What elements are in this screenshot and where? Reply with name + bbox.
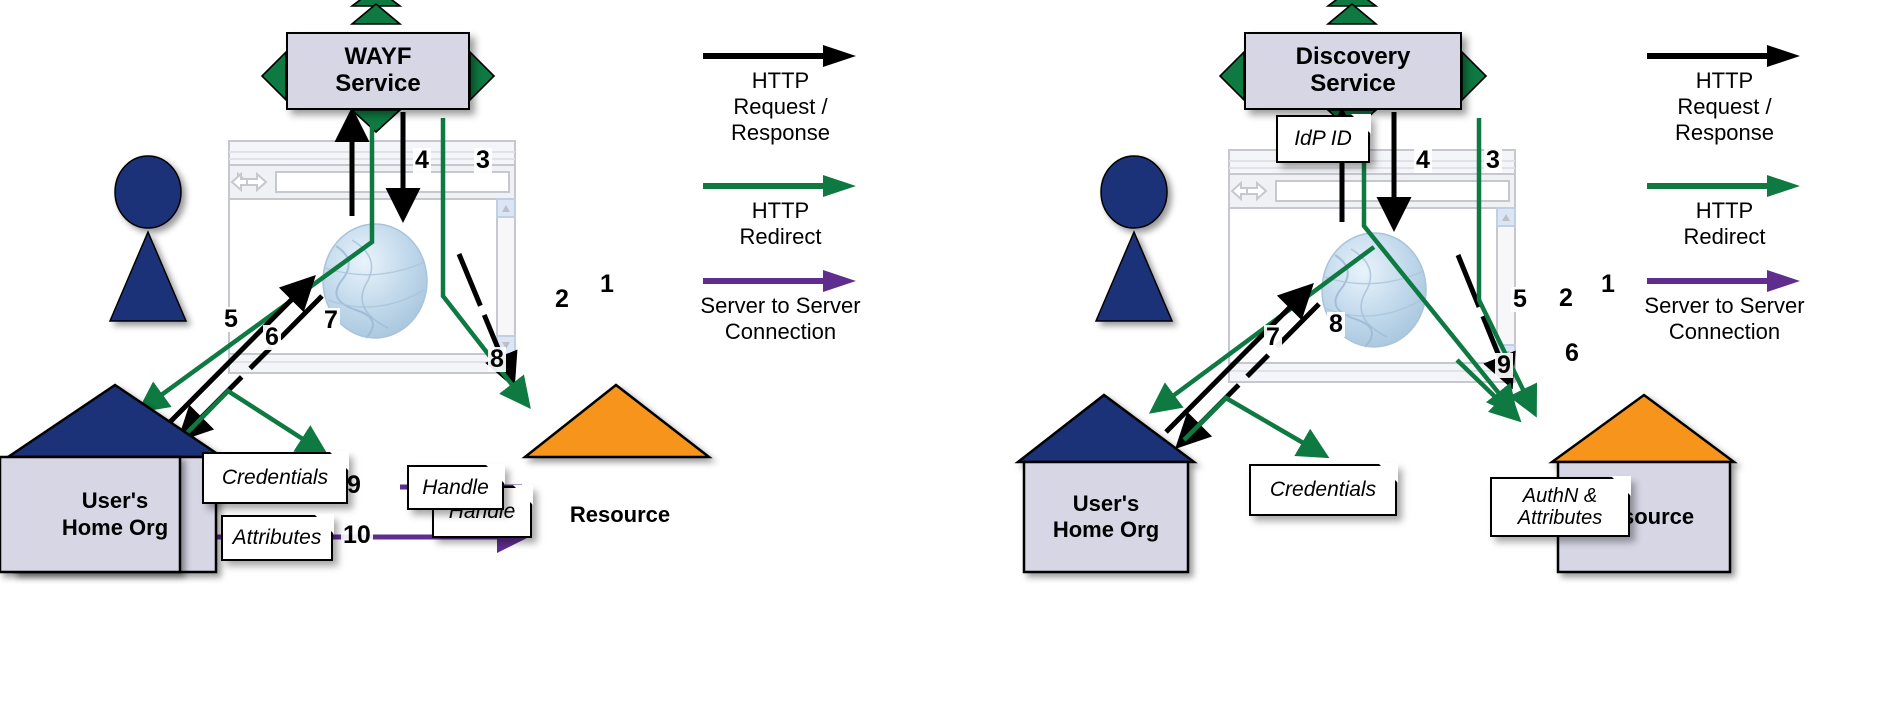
- step-7: 7: [1264, 323, 1282, 351]
- credentials-note: Credentials: [202, 451, 349, 504]
- discovery-service-line2: Service: [1310, 70, 1396, 97]
- legend-label-http-redirect: HTTP Redirect: [739, 198, 822, 249]
- step-10: 10: [341, 521, 373, 549]
- legend-label-http-redirect: HTTP Redirect: [1683, 198, 1766, 249]
- step-3: 3: [1484, 146, 1502, 174]
- legend-label-server-to-server: Server to Server Connection: [700, 293, 861, 344]
- wayf-service-line1: WAYF: [344, 43, 412, 71]
- home-org-line1: User's: [81, 488, 149, 514]
- step-4: 4: [1414, 146, 1432, 174]
- home-org-label: User's Home Org: [14, 457, 216, 572]
- discovery-service-line1: Discovery: [1295, 43, 1411, 71]
- home-org-line1: User's: [1072, 490, 1140, 516]
- step-1: 1: [598, 270, 616, 298]
- attributes-note-text: Attributes: [232, 526, 322, 550]
- legend-arrow-server-to-server: [703, 270, 856, 292]
- step-6: 6: [1563, 339, 1581, 367]
- dogear-icon: [1351, 114, 1371, 134]
- legend-label-http-request: HTTP Request / Response: [730, 68, 831, 145]
- wayf-service-box[interactable]: WAYF Service: [286, 32, 470, 110]
- credentials-note-text: Credentials: [221, 466, 329, 490]
- idp-id-note: IdP ID: [1276, 114, 1371, 163]
- handle-note-lower: Handle: [407, 464, 505, 510]
- step-5: 5: [1511, 285, 1529, 313]
- handle-note-lower-text: Handle: [422, 475, 489, 499]
- step-8: 8: [1327, 310, 1345, 338]
- step-9: 9: [1495, 351, 1513, 379]
- step-8: 8: [488, 345, 506, 373]
- service-green-arrow-top: [349, 0, 403, 25]
- service-green-arrow-bottom: [349, 109, 403, 134]
- step-2: 2: [553, 285, 571, 313]
- dogear-icon: [329, 451, 349, 471]
- legend-arrow-http-redirect: [1647, 175, 1800, 197]
- idp-id-note-text: IdP ID: [1294, 127, 1352, 151]
- user-person-icon: [1094, 155, 1174, 322]
- flow-arrow-8: [184, 388, 329, 456]
- legend-arrow-http-request: [1647, 45, 1800, 67]
- service-green-arrow-right: [1461, 50, 1488, 102]
- step-6: 6: [263, 323, 281, 351]
- user-person-icon: [108, 155, 188, 322]
- service-green-arrow-left: [1218, 50, 1245, 102]
- resource-label-text: Resource: [569, 501, 671, 527]
- legend-arrow-http-redirect: [703, 175, 856, 197]
- flow-arrow-9: [1182, 395, 1330, 459]
- home-org-label: User's Home Org: [1024, 462, 1188, 572]
- step-2: 2: [1557, 284, 1575, 312]
- step-1: 1: [1599, 270, 1617, 298]
- home-org-line2: Home Org: [61, 514, 169, 540]
- dogear-icon: [1611, 476, 1631, 496]
- step-5: 5: [222, 305, 240, 333]
- service-green-arrow-top: [1325, 0, 1379, 25]
- legend-label-http-request: HTTP Request / Response: [1674, 68, 1775, 145]
- authn-attributes-note: AuthN & Attributes: [1490, 476, 1631, 537]
- home-org-line2: Home Org: [1052, 517, 1160, 542]
- legend-arrow-http-request: [703, 45, 856, 67]
- discovery-service-box[interactable]: Discovery Service: [1244, 32, 1462, 110]
- credentials-note: Credentials: [1249, 463, 1398, 516]
- wayf-flow-panel: WAYF Service User's Home Org Resource Cr…: [0, 0, 944, 725]
- service-green-arrow-left: [260, 50, 287, 102]
- step-7: 7: [322, 306, 340, 334]
- authn-attributes-note-text: AuthN & Attributes: [1517, 484, 1603, 529]
- legend-arrow-server-to-server: [1647, 270, 1800, 292]
- legend-label-server-to-server: Server to Server Connection: [1644, 293, 1805, 344]
- step-3: 3: [474, 146, 492, 174]
- wayf-service-line2: Service: [335, 70, 421, 97]
- discovery-flow-panel: Discovery Service User's Home Org Resour…: [944, 0, 1888, 725]
- credentials-note-text: Credentials: [1269, 478, 1377, 502]
- diagram-root: WAYF Service User's Home Org Resource Cr…: [0, 0, 1888, 725]
- step-4: 4: [413, 146, 431, 174]
- resource-label: Resource: [530, 457, 710, 572]
- dogear-icon: [1378, 463, 1398, 483]
- dogear-icon: [314, 514, 334, 534]
- attributes-note: Attributes: [221, 514, 334, 561]
- dogear-icon: [513, 485, 533, 505]
- dogear-icon: [485, 464, 505, 484]
- service-green-arrow-right: [469, 50, 496, 102]
